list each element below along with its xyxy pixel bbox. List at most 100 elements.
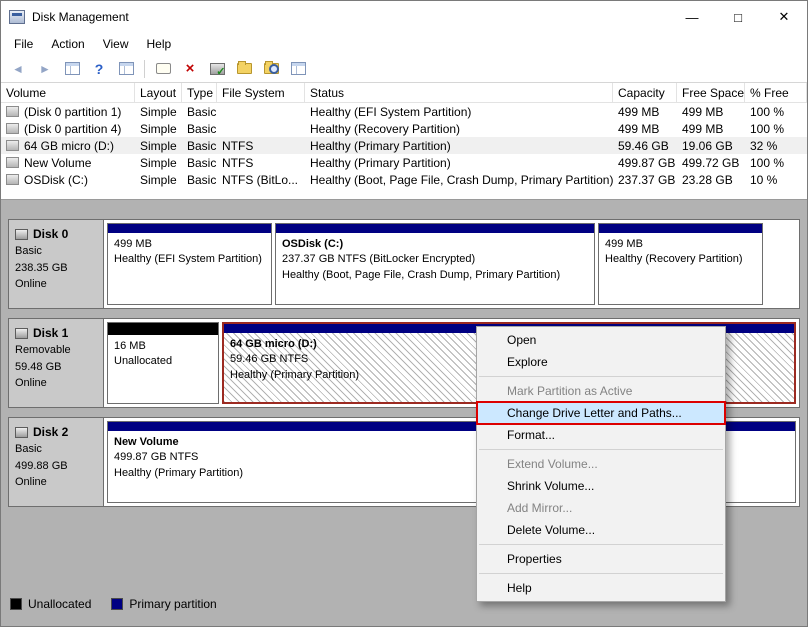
disk-name: Disk 0 xyxy=(33,227,69,241)
menu-item-explore[interactable]: Explore xyxy=(477,351,725,373)
console-tree-icon[interactable] xyxy=(63,60,81,78)
cell-pct-free: 100 % xyxy=(750,104,785,119)
volume-icon xyxy=(6,106,19,117)
menu-item-delete-volume[interactable]: Delete Volume... xyxy=(477,519,725,541)
menu-item-shrink-volume[interactable]: Shrink Volume... xyxy=(477,475,725,497)
cell-file-system: NTFS xyxy=(222,155,254,170)
minimize-button[interactable]: — xyxy=(669,1,715,33)
list-view-icon[interactable] xyxy=(289,60,307,78)
cell-free-space: 23.28 GB xyxy=(682,172,733,187)
cell-status: Healthy (Primary Partition) xyxy=(310,138,451,153)
cell-type: Basic xyxy=(187,104,217,119)
back-icon[interactable]: ◄ xyxy=(9,60,27,78)
disk-1-header[interactable]: Disk 1 Removable 59.48 GB Online xyxy=(9,319,104,407)
disk-icon xyxy=(15,228,28,240)
disk-icon xyxy=(15,327,28,339)
volume-icon xyxy=(6,140,19,151)
disk-row-0: Disk 0 Basic 238.35 GB Online 499 MB Hea… xyxy=(8,219,800,309)
cell-free-space: 499 MB xyxy=(682,104,724,119)
volume-list: Volume Layout Type File System Status Ca… xyxy=(1,83,807,199)
column-header-capacity[interactable]: Capacity xyxy=(613,83,677,102)
maximize-button[interactable]: □ xyxy=(715,1,761,33)
table-row-selected[interactable]: 64 GB micro (D:) Simple Basic NTFS Healt… xyxy=(1,137,807,154)
folder-search-icon[interactable] xyxy=(262,60,280,78)
partition-color-bar xyxy=(276,224,594,233)
column-header-status[interactable]: Status xyxy=(305,83,613,102)
partition-osdisk-c[interactable]: OSDisk (C:) 237.37 GB NTFS (BitLocker En… xyxy=(275,223,595,305)
toolbar: ◄ ► ? × xyxy=(1,55,807,83)
cell-status: Healthy (EFI System Partition) xyxy=(310,104,472,119)
menu-view[interactable]: View xyxy=(94,34,138,54)
partition-status: Healthy (EFI System Partition) xyxy=(114,253,262,266)
properties-dialog-icon[interactable] xyxy=(154,60,172,78)
close-button[interactable]: ✕ xyxy=(761,1,807,33)
toolbar-separator xyxy=(144,59,145,78)
window-title: Disk Management xyxy=(32,10,129,24)
cell-status: Healthy (Boot, Page File, Crash Dump, Pr… xyxy=(310,172,613,187)
cell-pct-free: 100 % xyxy=(750,121,785,136)
menu-item-format[interactable]: Format... xyxy=(477,424,725,446)
column-header-file-system[interactable]: File System xyxy=(217,83,305,102)
pane-splitter[interactable] xyxy=(1,199,807,211)
partition-size: 499 MB xyxy=(114,238,152,250)
menu-item-extend-volume: Extend Volume... xyxy=(507,457,598,471)
cell-layout: Simple xyxy=(140,138,177,153)
disk-status: Online xyxy=(15,377,47,389)
cell-type: Basic xyxy=(187,172,217,187)
help-icon[interactable]: ? xyxy=(90,60,108,78)
cell-layout: Simple xyxy=(140,172,177,187)
disk-size: 499.88 GB xyxy=(15,459,68,472)
disk-size: 59.48 GB xyxy=(15,360,62,373)
volume-name: (Disk 0 partition 1) xyxy=(24,104,122,119)
disk-2-header[interactable]: Disk 2 Basic 499.88 GB Online xyxy=(9,418,104,506)
disk-status: Online xyxy=(15,278,47,290)
table-row[interactable]: OSDisk (C:) Simple Basic NTFS (BitLo... … xyxy=(1,171,807,188)
menu-action[interactable]: Action xyxy=(42,34,93,54)
menu-separator xyxy=(479,573,723,574)
disk-name: Disk 1 xyxy=(33,326,69,340)
table-row[interactable]: (Disk 0 partition 4) Simple Basic Health… xyxy=(1,120,807,137)
partition-efi-system[interactable]: 499 MB Healthy (EFI System Partition) xyxy=(107,223,272,305)
menu-item-properties[interactable]: Properties xyxy=(477,548,725,570)
partition-name: OSDisk (C:) xyxy=(282,238,344,250)
cell-file-system: NTFS (BitLo... xyxy=(222,172,299,187)
delete-icon[interactable]: × xyxy=(181,60,199,78)
partition-recovery[interactable]: 499 MB Healthy (Recovery Partition) xyxy=(598,223,763,305)
volume-list-header: Volume Layout Type File System Status Ca… xyxy=(1,83,807,103)
menu-file[interactable]: File xyxy=(5,34,42,54)
unallocated-swatch xyxy=(10,598,22,610)
table-row[interactable]: (Disk 0 partition 1) Simple Basic Health… xyxy=(1,103,807,120)
column-header-pct-free[interactable]: % Free xyxy=(745,83,807,102)
action-pane-icon[interactable] xyxy=(117,60,135,78)
disk-type: Basic xyxy=(15,443,42,455)
legend-label: Primary partition xyxy=(129,597,217,611)
volume-name: 64 GB micro (D:) xyxy=(24,138,115,153)
folder-icon[interactable] xyxy=(235,60,253,78)
cell-layout: Simple xyxy=(140,104,177,119)
column-header-layout[interactable]: Layout xyxy=(135,83,182,102)
disk-0-header[interactable]: Disk 0 Basic 238.35 GB Online xyxy=(9,220,104,308)
menu-item-open[interactable]: Open xyxy=(477,329,725,351)
menu-help[interactable]: Help xyxy=(138,34,181,54)
disk-type: Basic xyxy=(15,245,42,257)
disk-management-app-icon xyxy=(9,10,25,24)
cell-type: Basic xyxy=(187,155,217,170)
column-header-volume[interactable]: Volume xyxy=(1,83,135,102)
title-bar[interactable]: Disk Management — □ ✕ xyxy=(1,1,807,33)
partition-size: 237.37 GB NTFS (BitLocker Encrypted) xyxy=(282,253,476,266)
partition-unallocated[interactable]: 16 MB Unallocated xyxy=(107,322,219,404)
menu-item-help[interactable]: Help xyxy=(477,577,725,599)
column-header-type[interactable]: Type xyxy=(182,83,217,102)
cell-status: Healthy (Recovery Partition) xyxy=(310,121,461,136)
menu-item-change-drive-letter[interactable]: Change Drive Letter and Paths... xyxy=(476,401,726,425)
cell-type: Basic xyxy=(187,121,217,136)
disk-status: Online xyxy=(15,476,47,488)
disk-check-icon[interactable] xyxy=(208,60,226,78)
forward-icon[interactable]: ► xyxy=(36,60,54,78)
column-header-free-space[interactable]: Free Space xyxy=(677,83,745,102)
legend-unallocated: Unallocated xyxy=(10,597,91,611)
table-row[interactable]: New Volume Simple Basic NTFS Healthy (Pr… xyxy=(1,154,807,171)
volume-icon xyxy=(6,174,19,185)
volume-icon xyxy=(6,157,19,168)
cell-pct-free: 32 % xyxy=(750,138,778,153)
